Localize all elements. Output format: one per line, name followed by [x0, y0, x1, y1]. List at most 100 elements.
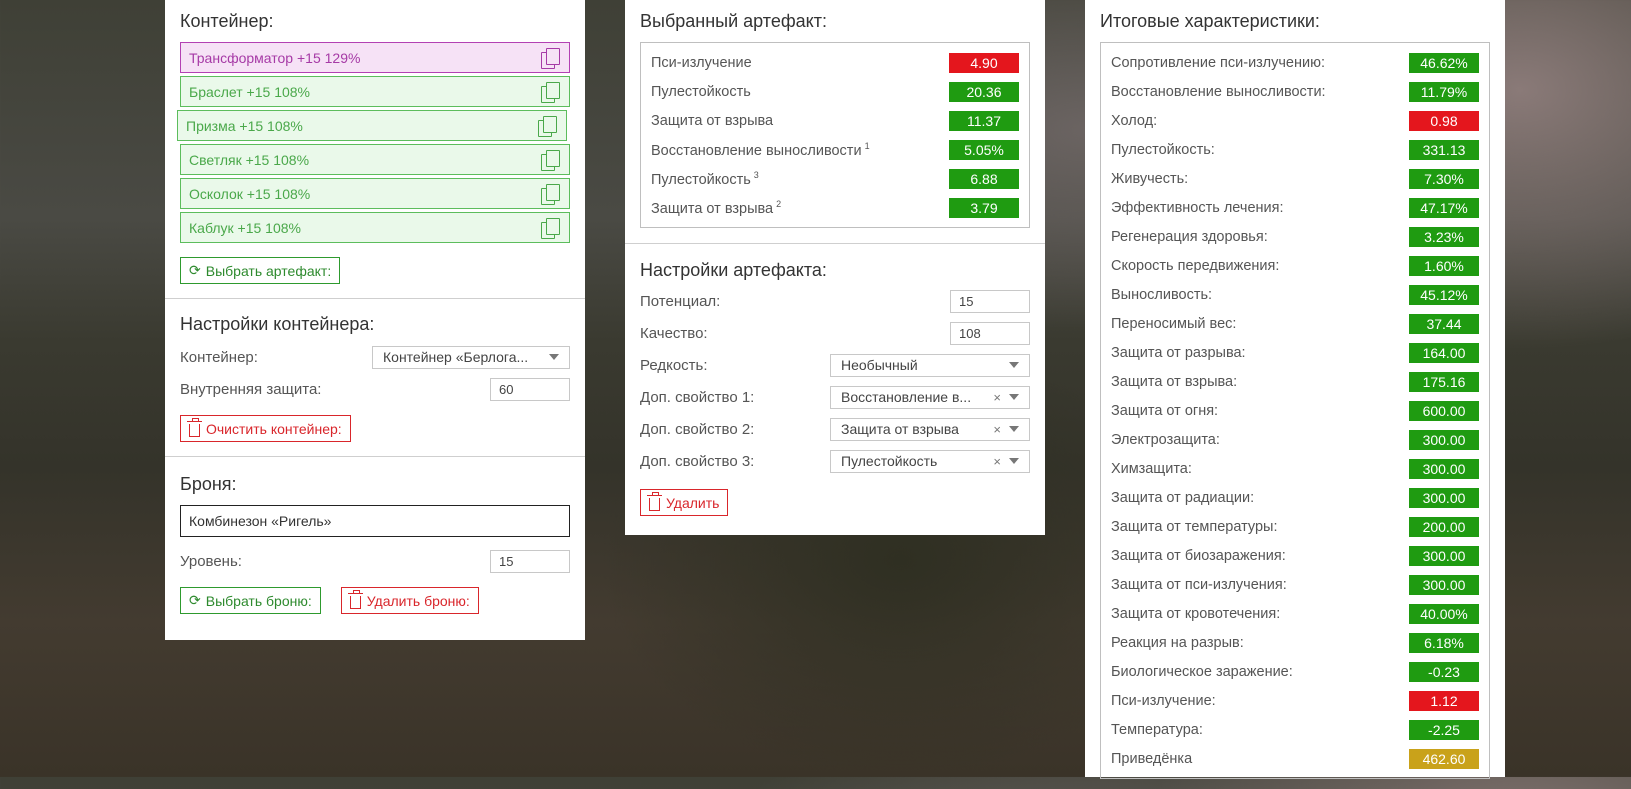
stat-label: Защита от пси-излучения:: [1111, 577, 1287, 593]
stat-label: Защита от огня:: [1111, 403, 1218, 419]
stat-row: Пулестойкость: 331.13: [1111, 135, 1479, 164]
stat-value-badge: 0.98: [1409, 110, 1479, 131]
container-settings-title: Настройки контейнера:: [180, 314, 375, 334]
stat-label: Переносимый вес:: [1111, 316, 1236, 332]
stat-label-text: Скорость передвижения:: [1111, 257, 1280, 274]
artifact-item[interactable]: Светляк +15 108%: [180, 144, 570, 175]
delete-armor-label: Удалить броню:: [366, 592, 470, 609]
stat-label: Защита от радиации:: [1111, 490, 1254, 506]
artifact-item[interactable]: Каблук +15 108%: [180, 212, 570, 243]
copy-icon[interactable]: [536, 115, 558, 137]
copy-icon[interactable]: [539, 47, 561, 69]
stat-row: Пулестойкость 20.36: [651, 77, 1019, 106]
rarity-select-value: Необычный: [841, 357, 918, 373]
artifact-item-label: Браслет +15 108%: [189, 83, 310, 100]
extra1-row: Доп. свойство 1: Восстановление в... ×: [640, 381, 1030, 413]
total-stats-table: Сопротивление пси-излучению: 46.62% Восста…: [1100, 42, 1490, 779]
stat-label-text: Пулестойкость: [651, 83, 751, 100]
stat-label: Пси-излучение: [651, 55, 752, 71]
choose-armor-button[interactable]: ⟳ Выбрать броню:: [180, 587, 321, 614]
extra1-select[interactable]: Восстановление в... ×: [830, 385, 1030, 409]
stat-label-text: Восстановление выносливости: [651, 142, 862, 159]
stat-row: Эффективность лечения: 47.17%: [1111, 193, 1479, 222]
choose-artifact-button[interactable]: ⟳ Выбрать артефакт:: [180, 257, 341, 284]
stat-label-text: Температура:: [1111, 721, 1203, 738]
delete-artifact-button[interactable]: Удалить: [640, 489, 729, 516]
armor-field[interactable]: Комбинезон «Ригель»: [180, 505, 570, 537]
stat-value-badge: 11.37: [949, 110, 1019, 131]
extra2-label: Доп. свойство 2:: [640, 420, 755, 438]
clear-icon[interactable]: ×: [993, 454, 1001, 469]
level-input[interactable]: 15: [490, 549, 570, 573]
stat-row: Скорость передвижения: 1.60%: [1111, 251, 1479, 280]
container-row: Контейнер: Контейнер «Берлога...: [180, 341, 570, 373]
stat-label: Сопротивление пси-излучению:: [1111, 55, 1325, 71]
stat-label: Пулестойкость 3: [651, 170, 759, 188]
clear-container-button[interactable]: Очистить контейнер:: [180, 415, 351, 442]
stat-label-text: Биологическое заражение:: [1111, 663, 1293, 680]
stat-label-text: Электрозащита:: [1111, 431, 1220, 448]
stat-label-text: Регенерация здоровья:: [1111, 228, 1268, 245]
right-panel: Итоговые характеристики: Сопротивление п…: [1085, 0, 1505, 779]
stat-label-text: Защита от радиации:: [1111, 489, 1255, 506]
clear-icon[interactable]: ×: [993, 390, 1001, 405]
stat-label: Химзащита:: [1111, 461, 1192, 477]
artifact-item[interactable]: Призма +15 108%: [177, 110, 567, 141]
level-row: Уровень: 15: [180, 545, 570, 577]
internal-protection-input[interactable]: 60: [490, 377, 570, 401]
stat-label: Восстановление выносливости 1: [651, 141, 870, 159]
stat-value-badge: 300.00: [1409, 458, 1479, 479]
stat-value-badge: 200.00: [1409, 516, 1479, 537]
extra3-select-value: Пулестойкость: [841, 453, 938, 469]
stat-value-badge: 300.00: [1409, 574, 1479, 595]
stat-row: Холод: 0.98: [1111, 106, 1479, 135]
stat-label: Защита от взрыва: [651, 113, 773, 129]
extra1-select-value: Восстановление в...: [841, 389, 972, 405]
stat-label: Защита от биозаражения:: [1111, 548, 1286, 564]
stat-label-text: Защита от взрыва: [651, 112, 774, 129]
extra2-select[interactable]: Защита от взрыва ×: [830, 417, 1030, 441]
middle-panel: Выбранный артефакт: Пси-излучение 4.90 Пул…: [625, 0, 1045, 535]
stat-label-text: Сопротивление пси-излучению:: [1111, 54, 1325, 71]
stat-value-badge: 1.60%: [1409, 255, 1479, 276]
container-title: Контейнер:: [180, 11, 274, 31]
stat-footnote: 3: [753, 169, 759, 180]
stat-value-badge: 1.12: [1409, 690, 1479, 711]
extra2-row: Доп. свойство 2: Защита от взрыва ×: [640, 413, 1030, 445]
extra3-row: Доп. свойство 3: Пулестойкость ×: [640, 445, 1030, 477]
delete-artifact-label: Удалить: [666, 494, 720, 511]
armor-section: Броня: Комбинезон «Ригель» Уровень: 15 ⟳…: [165, 456, 585, 624]
potential-input[interactable]: 15: [950, 289, 1030, 313]
clear-icon[interactable]: ×: [993, 422, 1001, 437]
stat-label-text: Выносливость:: [1111, 286, 1213, 303]
stat-label-text: Защита от разрыва:: [1111, 344, 1246, 361]
selected-artifact-stats: Пси-излучение 4.90 Пулестойкость 20.36 Защит…: [640, 42, 1030, 228]
artifact-item-label: Каблук +15 108%: [189, 219, 301, 236]
copy-icon[interactable]: [539, 217, 561, 239]
stat-row: Защита от биозаражения: 300.00: [1111, 541, 1479, 570]
copy-icon[interactable]: [539, 81, 561, 103]
internal-protection-row: Внутренняя защита: 60: [180, 373, 570, 405]
extra2-select-value: Защита от взрыва: [841, 421, 959, 437]
extra3-select[interactable]: Пулестойкость ×: [830, 449, 1030, 473]
quality-row: Качество: 108: [640, 317, 1030, 349]
artifact-item[interactable]: Трансформатор +15 129%: [180, 42, 570, 73]
armor-title: Броня:: [180, 474, 237, 494]
artifact-item[interactable]: Браслет +15 108%: [180, 76, 570, 107]
stat-row: Защита от взрыва 11.37: [651, 106, 1019, 135]
artifact-item[interactable]: Осколок +15 108%: [180, 178, 570, 209]
container-select[interactable]: Контейнер «Берлога...: [372, 345, 570, 369]
stat-row: Пси-излучение: 1.12: [1111, 686, 1479, 715]
stat-value-badge: 3.79: [949, 197, 1019, 218]
rarity-label: Редкость:: [640, 356, 708, 374]
delete-armor-button[interactable]: Удалить броню:: [340, 587, 479, 614]
stat-row: Защита от огня: 600.00: [1111, 396, 1479, 425]
quality-input[interactable]: 108: [950, 321, 1030, 345]
stat-label: Реакция на разрыв:: [1111, 635, 1244, 651]
copy-icon[interactable]: [539, 183, 561, 205]
rarity-select[interactable]: Необычный: [830, 353, 1030, 377]
stat-label-text: Защита от взрыва: [651, 200, 774, 217]
stat-row: Электрозащита: 300.00: [1111, 425, 1479, 454]
copy-icon[interactable]: [539, 149, 561, 171]
stat-label-text: Защита от кровотечения:: [1111, 605, 1281, 622]
